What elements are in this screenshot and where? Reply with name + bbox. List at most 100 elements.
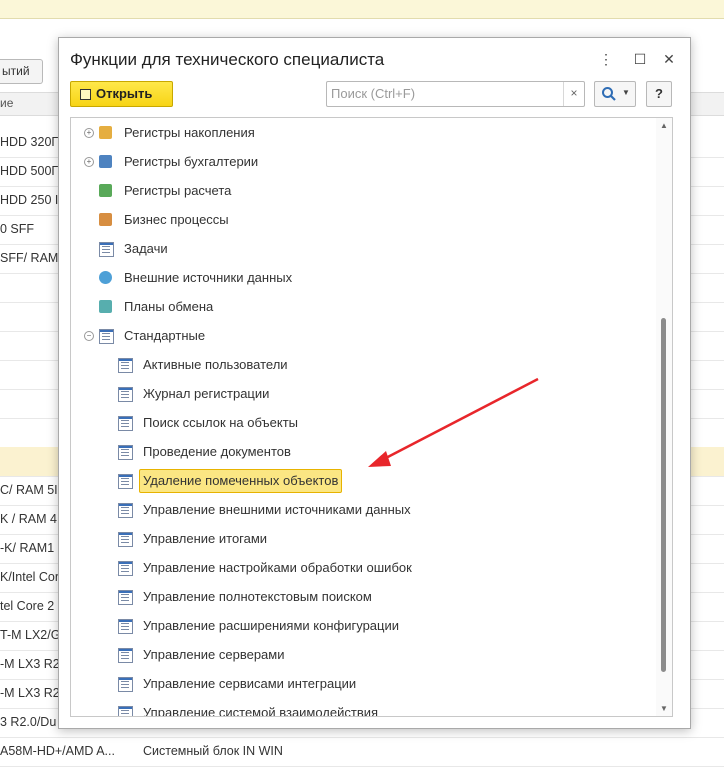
tree-item[interactable]: Активные пользователи (71, 354, 651, 376)
background-cell: -K/ RAM1 (0, 541, 55, 555)
tree-item-label: Управление итогами (143, 531, 268, 546)
tree-item[interactable]: Управление полнотекстовым поиском (71, 586, 651, 608)
tree-item-label: Управление серверами (143, 647, 285, 662)
tree-item-label: Удаление помеченных объектов (139, 469, 343, 493)
form-icon (118, 387, 133, 402)
background-cell: tel Core 2 (0, 599, 55, 613)
tree-item-label: Поиск ссылок на объекты (143, 415, 298, 430)
form-icon (118, 445, 133, 460)
background-cell: T-M LX2/G (0, 628, 61, 642)
more-menu-icon[interactable]: ⋮ (597, 50, 615, 68)
background-cell: -M LX3 R2 (0, 686, 60, 700)
tree-item[interactable]: Регистры расчета (71, 180, 651, 202)
tree-item[interactable]: Управление итогами (71, 528, 651, 550)
search-box: × (326, 81, 585, 107)
form-icon (118, 648, 133, 663)
tree-item-label: Проведение документов (143, 444, 291, 459)
scroll-up-icon[interactable]: ▲ (660, 121, 668, 130)
tree-item[interactable]: − Стандартные (71, 325, 651, 347)
exchange-plan-icon (99, 300, 112, 313)
magnifier-icon (602, 87, 616, 101)
tree-item[interactable]: + Регистры накопления (71, 122, 651, 144)
tree-item-label: Активные пользователи (143, 357, 288, 372)
form-icon (118, 706, 133, 716)
tree-item-label: Журнал регистрации (143, 386, 270, 401)
tree-item[interactable]: + Регистры бухгалтерии (71, 151, 651, 173)
tree-item[interactable]: Управление настройками обработки ошибок (71, 557, 651, 579)
background-table-row[interactable]: A58M-HD+/AMD A... Системный блок IN WIN (0, 737, 724, 767)
tree-item-label: Управление системой взаимодействия (143, 705, 379, 717)
search-input[interactable] (327, 82, 565, 104)
form-icon (118, 503, 133, 518)
background-cell: K/Intel Cor (0, 570, 60, 584)
form-icon (118, 474, 133, 489)
tree-item[interactable]: Поиск ссылок на объекты (71, 412, 651, 434)
background-cell: HDD 500Г (0, 164, 59, 178)
background-cell: HDD 250 I (0, 193, 59, 207)
tree-item-label: Управление полнотекстовым поиском (143, 589, 372, 604)
accounting-register-icon (99, 155, 112, 168)
tree-item-label: Регистры бухгалтерии (124, 154, 259, 169)
tree-item-label: Внешние источники данных (124, 270, 293, 285)
scrollbar-thumb[interactable] (661, 318, 666, 672)
open-icon (80, 89, 91, 100)
tree-item[interactable]: Управление серверами (71, 644, 651, 666)
tree-item[interactable]: Бизнес процессы (71, 209, 651, 231)
background-cell: HDD 320Г (0, 135, 59, 149)
expand-icon[interactable]: + (84, 157, 94, 167)
task-icon (99, 242, 114, 257)
background-cell: SFF/ RAM (0, 251, 59, 265)
form-icon (118, 619, 133, 634)
tree-item[interactable]: Журнал регистрации (71, 383, 651, 405)
tree-item[interactable]: Управление сервисами интеграции (71, 673, 651, 695)
tree-item-label: Бизнес процессы (124, 212, 229, 227)
background-cell: K / RAM 4 (0, 512, 57, 526)
form-icon (118, 590, 133, 605)
functions-tree: + Регистры накопления + Регистры бухгалтери… (70, 117, 673, 717)
notification-bar (0, 0, 724, 19)
tree-item-label: Управление сервисами интеграции (143, 676, 357, 691)
technical-specialist-functions-dialog: Функции для технического специалиста ⋮ ☐… (58, 37, 691, 729)
clear-search-icon[interactable]: × (563, 82, 584, 106)
maximize-icon[interactable]: ☐ (631, 50, 649, 68)
open-button[interactable]: Открыть (70, 81, 173, 107)
tree-item[interactable]: Задачи (71, 238, 651, 260)
background-cell: -M LX3 R2 (0, 657, 60, 671)
vertical-scrollbar[interactable]: ▲ ▼ (656, 118, 672, 716)
form-icon (118, 358, 133, 373)
tree-item-label: Управление расширениями конфигурации (143, 618, 400, 633)
background-cell: A58M-HD+/AMD A... (0, 744, 115, 758)
tree-item[interactable]: Удаление помеченных объектов (71, 469, 651, 493)
help-button[interactable]: ? (646, 81, 672, 107)
form-icon (118, 532, 133, 547)
tree-item[interactable]: Управление системой взаимодействия (71, 702, 651, 717)
tree-item-label: Планы обмена (124, 299, 214, 314)
tree-item[interactable]: Планы обмена (71, 296, 651, 318)
scroll-down-icon[interactable]: ▼ (660, 704, 668, 713)
expand-icon[interactable]: + (84, 128, 94, 138)
tree-item[interactable]: Проведение документов (71, 441, 651, 463)
find-button[interactable]: ▼ (594, 81, 636, 107)
background-cell: 0 SFF (0, 222, 35, 236)
background-button[interactable]: ытий (0, 59, 43, 84)
chevron-down-icon: ▼ (622, 88, 630, 97)
open-button-label: Открыть (96, 86, 153, 101)
business-process-icon (99, 213, 112, 226)
tree-item-label: Регистры расчета (124, 183, 232, 198)
form-icon (118, 416, 133, 431)
tree-item[interactable]: Внешние источники данных (71, 267, 651, 289)
external-data-source-icon (99, 271, 112, 284)
collapse-icon[interactable]: − (84, 331, 94, 341)
form-icon (118, 561, 133, 576)
tree-item-label: Управление настройками обработки ошибок (143, 560, 412, 575)
standard-folder-icon (99, 329, 114, 344)
tree-item-label: Стандартные (124, 328, 206, 343)
background-header-text: ие (0, 96, 14, 110)
tree-item[interactable]: Управление расширениями конфигурации (71, 615, 651, 637)
background-cell: C/ RAM 5I (0, 483, 58, 497)
tree-item[interactable]: Управление внешними источниками данных (71, 499, 651, 521)
close-icon[interactable]: ✕ (660, 50, 678, 68)
form-icon (118, 677, 133, 692)
accumulation-register-icon (99, 126, 112, 139)
tree-item-label: Задачи (124, 241, 168, 256)
